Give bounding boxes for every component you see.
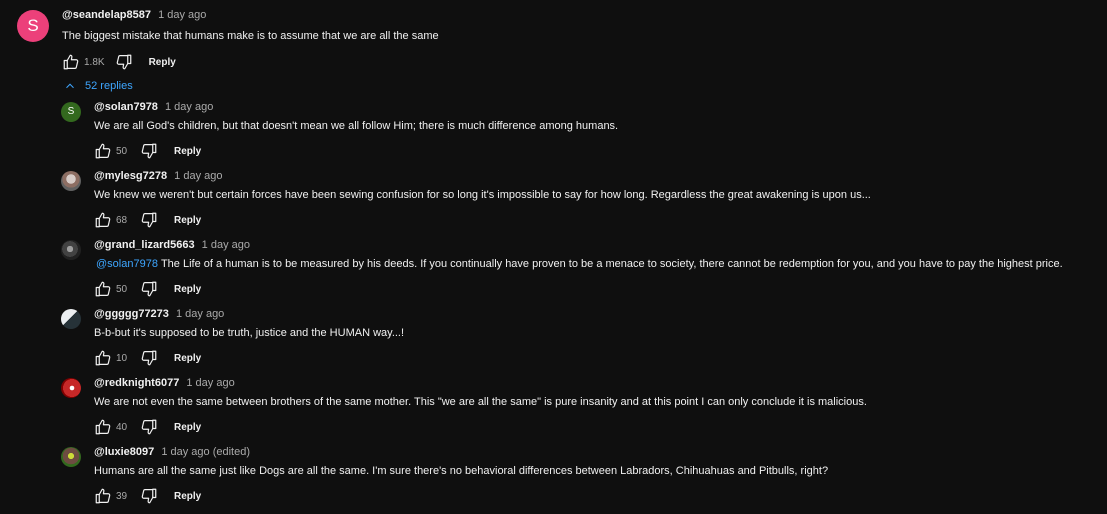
- avatar[interactable]: [61, 447, 81, 467]
- comment-author[interactable]: @ggggg77273: [94, 308, 169, 320]
- thumbs-up-icon[interactable]: [62, 53, 80, 71]
- like-count: 40: [116, 421, 128, 433]
- replies-count-label: 52 replies: [85, 80, 133, 92]
- comment-actions: 50 Reply: [94, 142, 1094, 160]
- comment-author[interactable]: @luxie8097: [94, 446, 154, 458]
- thumbs-down-icon[interactable]: [140, 418, 158, 436]
- like-count: 50: [116, 145, 128, 157]
- comment-time[interactable]: 1 day ago: [186, 377, 234, 389]
- comment-text: The biggest mistake that humans make is …: [62, 30, 439, 42]
- thumbs-up-icon[interactable]: [94, 142, 112, 160]
- list-item: S @solan7978 1 day ago We are all God's …: [61, 100, 1101, 169]
- list-item: @grand_lizard5663 1 day ago @solan7978 Th…: [61, 238, 1101, 307]
- comment-text: @solan7978 The Life of a human is to be m…: [94, 257, 1094, 272]
- thumbs-down-icon[interactable]: [140, 280, 158, 298]
- thumbs-up-icon[interactable]: [94, 487, 112, 505]
- thumbs-up-icon[interactable]: [94, 211, 112, 229]
- like-count: 10: [116, 352, 128, 364]
- comment-text-body: The Life of a human is to be measured by…: [160, 258, 1063, 270]
- list-item: @redknight6077 1 day ago We are not even…: [61, 376, 1101, 445]
- comment-header: @grand_lizard5663 1 day ago: [94, 238, 1094, 253]
- reply-button[interactable]: Reply: [174, 422, 201, 433]
- thumbs-up-icon[interactable]: [94, 418, 112, 436]
- comment-header: @luxie8097 1 day ago (edited): [94, 445, 1094, 460]
- comment-text: We are not even the same between brother…: [94, 396, 867, 408]
- like-count: 39: [116, 490, 128, 502]
- comment-text: We are all God's children, but that does…: [94, 120, 619, 132]
- replies-toggle-button[interactable]: 52 replies: [63, 79, 133, 93]
- reply-button[interactable]: Reply: [174, 353, 201, 364]
- comment-text: We knew we weren't but certain forces ha…: [94, 189, 871, 201]
- comment-actions: 50 Reply: [94, 280, 1094, 298]
- reply-button[interactable]: Reply: [174, 284, 201, 295]
- like-count: 1.8K: [84, 56, 105, 68]
- comment-actions: 10 Reply: [94, 349, 1094, 367]
- thumbs-down-icon[interactable]: [115, 53, 133, 71]
- reply-button[interactable]: Reply: [174, 146, 201, 157]
- comment-author[interactable]: @grand_lizard5663: [94, 239, 195, 251]
- avatar[interactable]: [61, 309, 81, 329]
- list-item: @ggggg77273 1 day ago B-b-but it's suppo…: [61, 307, 1101, 376]
- comment-author[interactable]: @solan7978: [94, 101, 158, 113]
- comment-time[interactable]: 1 day ago: [158, 9, 206, 21]
- comment-time[interactable]: 1 day ago: [174, 170, 222, 182]
- comment-author[interactable]: @mylesg7278: [94, 170, 167, 182]
- thumbs-down-icon[interactable]: [140, 349, 158, 367]
- comment-body: @seandelap8587 1 day ago The biggest mis…: [62, 8, 1082, 71]
- thumbs-down-icon[interactable]: [140, 211, 158, 229]
- comment-author[interactable]: @redknight6077: [94, 377, 179, 389]
- mention-link[interactable]: @solan7978: [96, 258, 158, 270]
- reply-button[interactable]: Reply: [149, 57, 176, 68]
- comment-actions: 68 Reply: [94, 211, 1094, 229]
- list-item: @luxie8097 1 day ago (edited) Humans are…: [61, 445, 1101, 514]
- comment-actions: 39 Reply: [94, 487, 1094, 505]
- comment-header: @ggggg77273 1 day ago: [94, 307, 1094, 322]
- comment-text: Humans are all the same just like Dogs a…: [94, 465, 829, 477]
- thumbs-down-icon[interactable]: [140, 142, 158, 160]
- comment-actions: 1.8K Reply: [62, 53, 1082, 71]
- avatar[interactable]: S: [61, 102, 81, 122]
- comment-time[interactable]: 1 day ago: [165, 101, 213, 113]
- comment-header: @mylesg7278 1 day ago: [94, 169, 1094, 184]
- thumbs-up-icon[interactable]: [94, 349, 112, 367]
- comment-header: @solan7978 1 day ago: [94, 100, 1094, 115]
- avatar[interactable]: S: [17, 10, 49, 42]
- comment-time[interactable]: 1 day ago: [176, 308, 224, 320]
- replies-list: S @solan7978 1 day ago We are all God's …: [61, 100, 1101, 514]
- comment-actions: 40 Reply: [94, 418, 1094, 436]
- reply-button[interactable]: Reply: [174, 215, 201, 226]
- comment-author[interactable]: @seandelap8587: [62, 9, 151, 21]
- comment-header: @redknight6077 1 day ago: [94, 376, 1094, 391]
- like-count: 68: [116, 214, 128, 226]
- thumbs-up-icon[interactable]: [94, 280, 112, 298]
- like-count: 50: [116, 283, 128, 295]
- list-item: @mylesg7278 1 day ago We knew we weren't…: [61, 169, 1101, 238]
- comment-text: B-b-but it's supposed to be truth, justi…: [94, 327, 405, 339]
- reply-button[interactable]: Reply: [174, 491, 201, 502]
- comment-header: @seandelap8587 1 day ago: [62, 8, 1082, 23]
- chevron-up-icon: [66, 83, 74, 89]
- avatar[interactable]: [61, 171, 81, 191]
- comment-time[interactable]: 1 day ago (edited): [161, 446, 250, 458]
- avatar[interactable]: [61, 240, 81, 260]
- comment-time[interactable]: 1 day ago: [202, 239, 250, 251]
- avatar[interactable]: [61, 378, 81, 398]
- thumbs-down-icon[interactable]: [140, 487, 158, 505]
